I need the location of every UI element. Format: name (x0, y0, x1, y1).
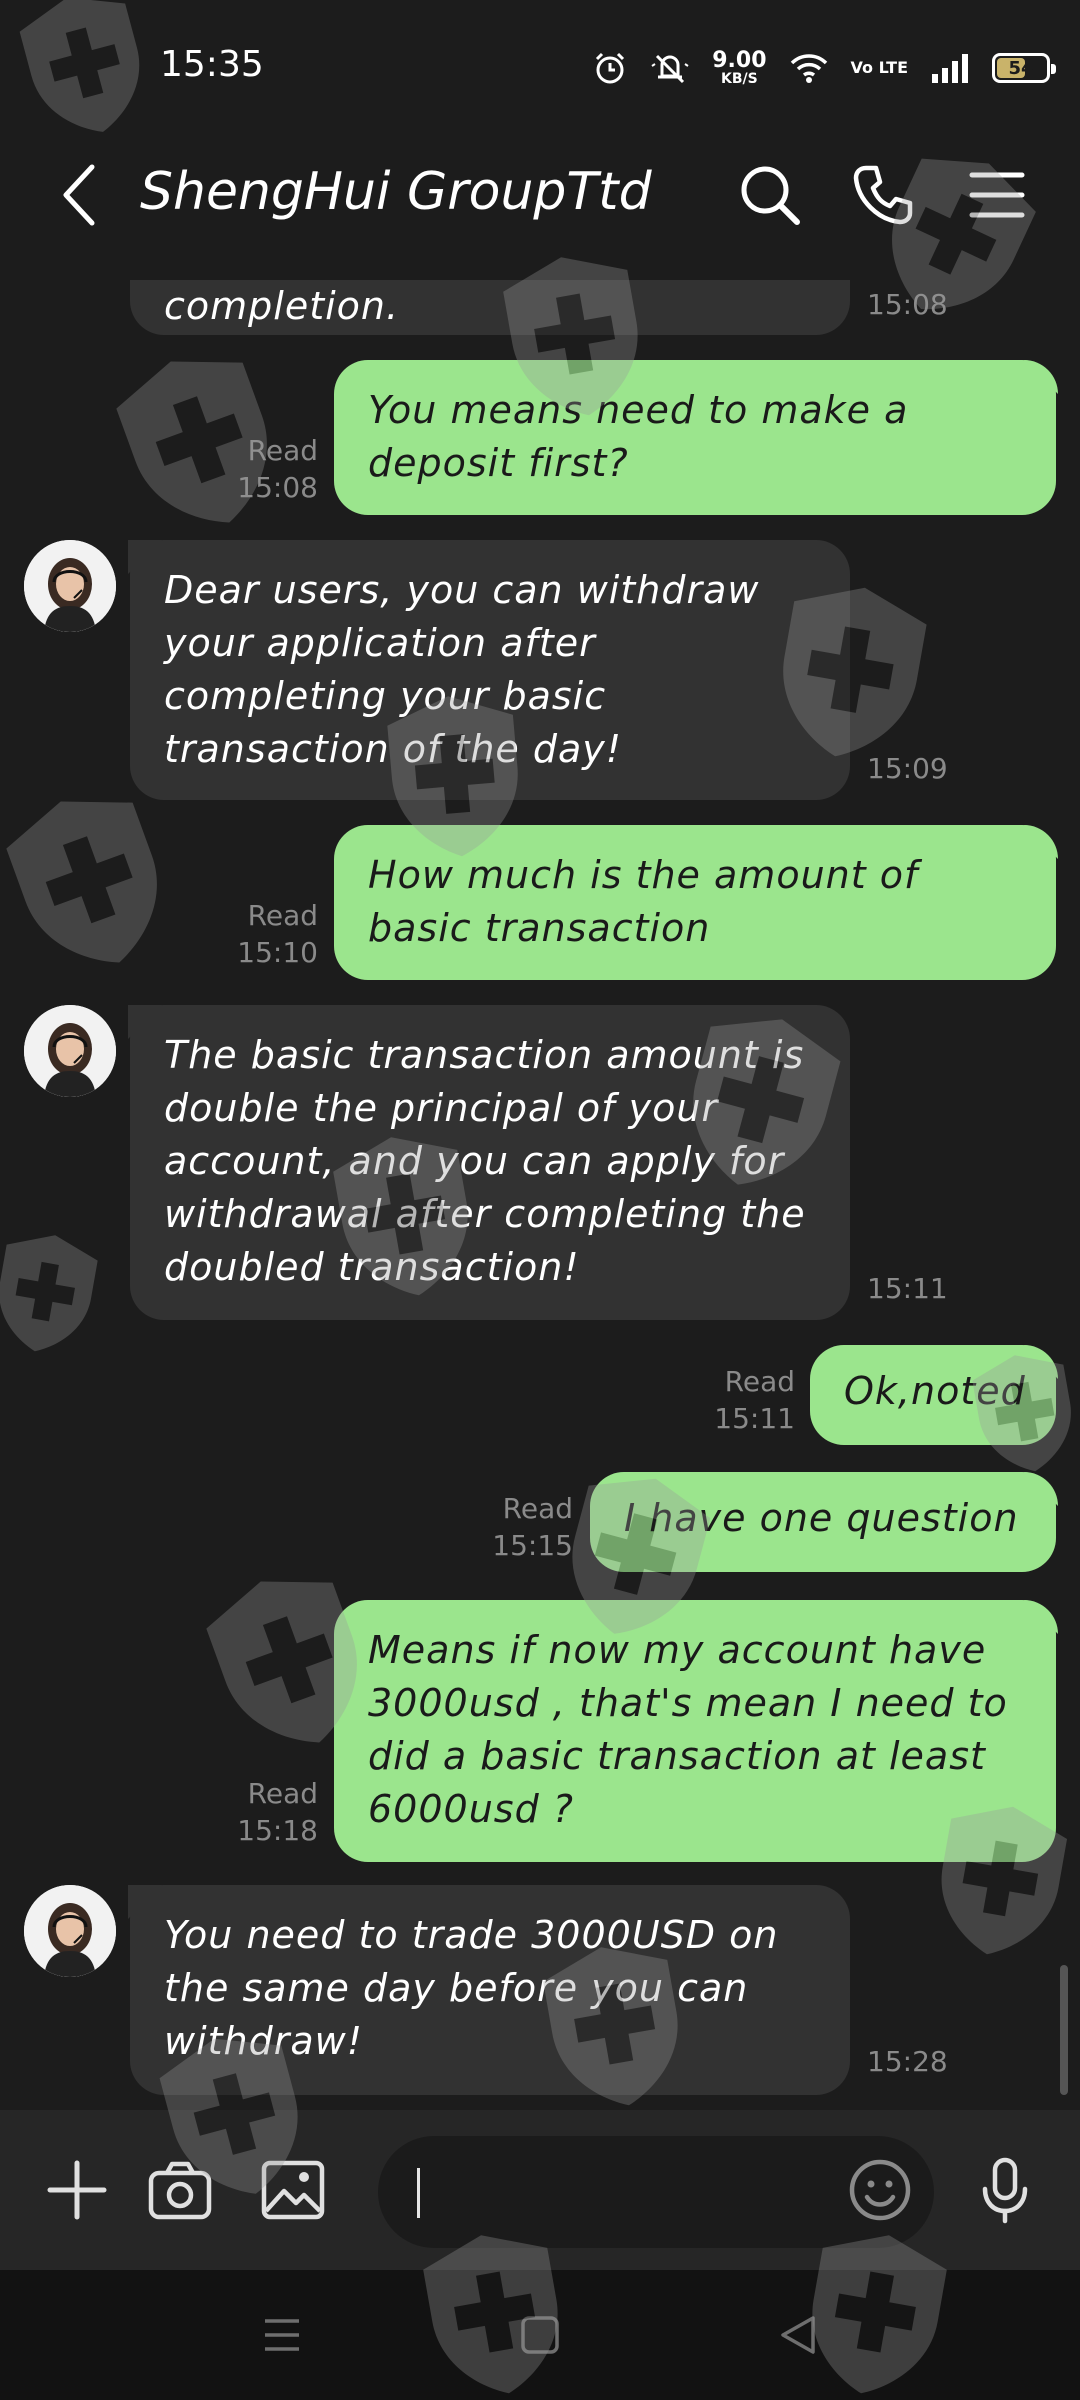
message-text: completion. (164, 284, 400, 328)
message-time: 15:11 (714, 1402, 795, 1435)
read-status: Read (247, 1777, 318, 1810)
message-time: 15:15 (492, 1529, 573, 1562)
home-button[interactable] (510, 2310, 570, 2360)
image-icon (261, 2160, 325, 2220)
gallery-button[interactable] (258, 2155, 328, 2225)
signal-icon (930, 52, 970, 84)
back-nav-button[interactable] (768, 2310, 828, 2360)
message-time: 15:08 (237, 471, 318, 504)
message-time: 15:10 (237, 936, 318, 969)
message-time: 15:09 (867, 752, 948, 785)
avatar[interactable] (24, 1005, 116, 1097)
volte-indicator: Vo LTE (850, 58, 908, 77)
read-status: Read (502, 1492, 573, 1525)
message-meta: Read 15:18 (218, 1775, 318, 1849)
search-button[interactable] (735, 160, 805, 230)
message-meta: Read 15:10 (218, 897, 318, 971)
emoji-icon (849, 2159, 911, 2221)
incoming-message[interactable]: You need to trade 3000USD on the same da… (130, 1885, 850, 2095)
emoji-button[interactable] (845, 2155, 915, 2225)
incoming-message[interactable]: The basic transaction amount is double t… (130, 1005, 850, 1320)
message-time: 15:08 (867, 288, 948, 321)
message-meta: Read 15:08 (218, 432, 318, 506)
recent-apps-button[interactable] (252, 2310, 312, 2360)
status-bar: 15:35 9.00 KB/S Vo LTE 54 (0, 0, 1080, 110)
outgoing-message[interactable]: Means if now my account have 3000usd , t… (334, 1600, 1056, 1862)
call-button[interactable] (848, 160, 918, 230)
avatar[interactable] (24, 1885, 116, 1977)
incoming-message[interactable]: completion. (130, 280, 850, 335)
menu-lines-icon (265, 2319, 299, 2351)
status-time: 15:35 (160, 44, 264, 85)
mute-icon (650, 50, 690, 86)
outgoing-message[interactable]: Ok,noted (810, 1345, 1056, 1445)
outgoing-message[interactable]: You means need to make a deposit first? (334, 360, 1056, 515)
composer-bar (0, 2110, 1080, 2270)
system-navigation-bar (0, 2270, 1080, 2400)
avatar[interactable] (24, 540, 116, 632)
plus-icon (47, 2160, 107, 2220)
message-text: You need to trade 3000USD on the same da… (164, 1913, 779, 2063)
agent-avatar-icon (24, 1885, 116, 1977)
phone-icon (853, 165, 913, 225)
incoming-message[interactable]: Dear users, you can withdraw your applic… (130, 540, 850, 800)
menu-button[interactable] (962, 160, 1032, 230)
back-button[interactable] (50, 155, 110, 235)
read-status: Read (724, 1365, 795, 1398)
message-text: I have one question (624, 1496, 1019, 1540)
agent-avatar-icon (24, 1005, 116, 1097)
triangle-back-icon (781, 2316, 815, 2354)
message-text: The basic transaction amount is double t… (164, 1033, 806, 1289)
search-icon (741, 166, 800, 225)
network-speed: 9.00 KB/S (712, 48, 767, 87)
microphone-icon (982, 2157, 1028, 2224)
message-list[interactable]: completion. 15:08 Read 15:08 You means n… (0, 280, 1080, 2110)
square-icon (521, 2316, 559, 2354)
read-status: Read (247, 434, 318, 467)
message-text: How much is the amount of basic transact… (368, 853, 919, 950)
message-time: 15:28 (867, 2045, 948, 2078)
back-arrow-icon (63, 164, 95, 226)
status-icons: 9.00 KB/S Vo LTE 54 (592, 44, 1056, 92)
message-meta: Read 15:15 (473, 1490, 573, 1564)
scrollbar[interactable] (1060, 1965, 1068, 2095)
outgoing-message[interactable]: I have one question (590, 1472, 1056, 1572)
message-time: 15:18 (237, 1814, 318, 1847)
message-text: You means need to make a deposit first? (368, 388, 909, 485)
message-meta: Read 15:11 (695, 1363, 795, 1437)
camera-icon (148, 2161, 212, 2220)
text-cursor (417, 2168, 420, 2218)
battery-icon: 54 (992, 53, 1056, 83)
chat-title: ShengHui GroupTtd (140, 162, 652, 222)
outgoing-message[interactable]: How much is the amount of basic transact… (334, 825, 1056, 980)
add-button[interactable] (42, 2155, 112, 2225)
camera-button[interactable] (145, 2155, 215, 2225)
alarm-icon (592, 50, 628, 86)
chat-header: ShengHui GroupTtd (0, 110, 1080, 280)
read-status: Read (247, 899, 318, 932)
hamburger-menu-icon (969, 172, 1025, 218)
message-time: 15:11 (867, 1272, 948, 1305)
voice-button[interactable] (970, 2155, 1040, 2225)
message-text: Means if now my account have 3000usd , t… (368, 1628, 1008, 1831)
message-text: Dear users, you can withdraw your applic… (164, 568, 760, 771)
message-text: Ok,noted (844, 1369, 1026, 1413)
wifi-icon (789, 52, 829, 84)
agent-avatar-icon (24, 540, 116, 632)
